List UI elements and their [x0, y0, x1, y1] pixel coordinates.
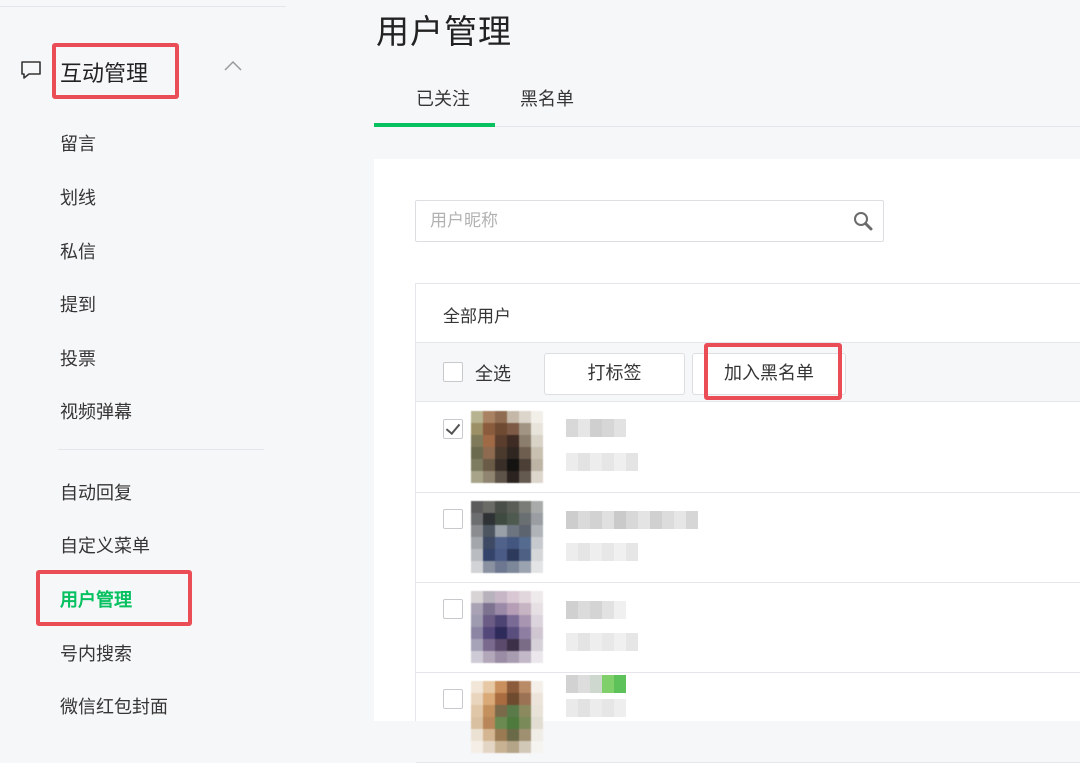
tab-bar: 已关注 黑名单: [374, 80, 1080, 127]
table-header: 全部用户: [416, 284, 1080, 342]
blurred-remark: [566, 633, 638, 651]
add-to-blacklist-button[interactable]: 加入黑名单: [692, 353, 846, 395]
blurred-nickname: [566, 511, 698, 529]
divider: [58, 449, 264, 450]
user-list-card: 全部用户 全选 打标签 加入黑名单: [374, 159, 1080, 763]
search-input[interactable]: [416, 201, 846, 241]
chat-icon: [21, 61, 41, 79]
row-checkbox[interactable]: [443, 689, 463, 709]
sidebar-item-mentions[interactable]: 提到: [60, 291, 96, 317]
avatar: [471, 591, 543, 663]
row-checkbox[interactable]: [443, 419, 463, 439]
avatar: [471, 411, 543, 483]
sidebar-item-red-packet-cover[interactable]: 微信红包封面: [60, 693, 168, 719]
tab-blacklist[interactable]: 黑名单: [520, 85, 574, 111]
main-content: 用户管理 已关注 黑名单 全部用户 全选 打标签 加入黑名单: [286, 0, 1080, 763]
search-icon[interactable]: [853, 211, 873, 231]
sidebar-item-messages[interactable]: 私信: [60, 238, 96, 264]
table-row[interactable]: [416, 673, 1080, 763]
table-header-title: 全部用户: [443, 307, 511, 327]
sidebar-item-custom-menu[interactable]: 自定义菜单: [60, 532, 150, 558]
user-table: 全部用户 全选 打标签 加入黑名单: [415, 283, 1080, 763]
sidebar-group-interaction[interactable]: 互动管理: [0, 40, 286, 100]
sidebar-item-auto-reply[interactable]: 自动回复: [60, 479, 132, 505]
sidebar-item-underline[interactable]: 划线: [60, 184, 96, 210]
avatar: [471, 681, 543, 753]
table-toolbar: 全选 打标签 加入黑名单: [416, 342, 1080, 402]
table-row[interactable]: [416, 403, 1080, 493]
table-row[interactable]: [416, 583, 1080, 673]
select-all-checkbox[interactable]: [443, 362, 463, 382]
table-row[interactable]: [416, 493, 1080, 583]
sidebar: 互动管理 留言 划线 私信 提到 投票 视频弹幕 自动回复 自定义菜单 用户管理…: [0, 0, 286, 721]
tab-followed[interactable]: 已关注: [416, 85, 470, 111]
blurred-remark: [566, 453, 638, 471]
avatar: [471, 501, 543, 573]
sidebar-item-danmaku[interactable]: 视频弹幕: [60, 398, 132, 424]
blurred-remark: [566, 543, 638, 561]
blurred-nickname: [566, 419, 626, 437]
search-box: [415, 200, 884, 242]
row-checkbox[interactable]: [443, 509, 463, 529]
sidebar-item-votes[interactable]: 投票: [60, 345, 96, 371]
page-title: 用户管理: [376, 12, 512, 51]
active-tab-indicator: [374, 123, 495, 127]
sidebar-item-search[interactable]: 号内搜索: [60, 640, 132, 666]
select-all-label[interactable]: 全选: [475, 360, 511, 386]
sidebar-item-user-management[interactable]: 用户管理: [60, 586, 132, 612]
chevron-up-icon[interactable]: [222, 58, 244, 74]
sidebar-item-comments[interactable]: 留言: [60, 130, 96, 156]
blurred-nickname: [566, 675, 626, 693]
sidebar-group-title: 互动管理: [60, 62, 149, 87]
blurred-nickname: [566, 601, 626, 619]
tag-button[interactable]: 打标签: [544, 353, 685, 395]
divider: [0, 6, 286, 7]
blurred-remark: [566, 699, 626, 717]
row-checkbox[interactable]: [443, 599, 463, 619]
